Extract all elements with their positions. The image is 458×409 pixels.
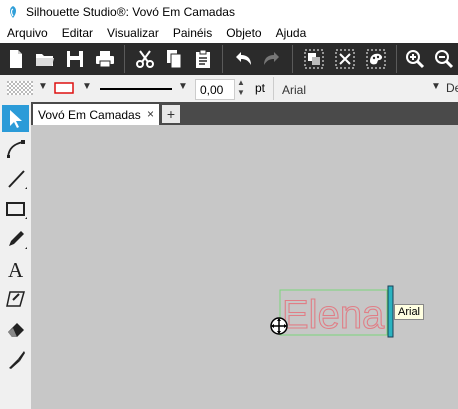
knife-icon[interactable] [2, 345, 29, 372]
group-icon[interactable] [302, 47, 326, 71]
edit-points-icon[interactable] [2, 135, 29, 162]
line-icon[interactable] [2, 165, 29, 192]
close-tab-icon[interactable]: × [147, 107, 154, 121]
text-object-elena[interactable]: Elena [281, 292, 385, 337]
decrement-arrow-icon[interactable]: ▼ [237, 88, 245, 97]
save-icon[interactable] [63, 47, 87, 71]
print-icon[interactable] [93, 47, 117, 71]
document-tab-label: Vovó Em Camadas [38, 107, 141, 122]
line-color-dropdown-arrow-icon[interactable]: ▼ [82, 81, 92, 92]
menu-paineis[interactable]: Painéis [166, 26, 219, 40]
line-style-preview[interactable] [100, 88, 172, 90]
toolbar-separator [292, 45, 293, 73]
menu-editar[interactable]: Editar [55, 26, 100, 40]
move-cursor-icon [270, 317, 288, 335]
increment-arrow-icon[interactable]: ▲ [237, 78, 245, 87]
redo-icon[interactable] [260, 47, 284, 71]
toolbar-separator [124, 45, 125, 73]
document-tab[interactable]: Vovó Em Camadas × [33, 104, 159, 125]
tools-sidebar: A [0, 102, 32, 409]
zoom-out-icon[interactable] [432, 47, 456, 71]
line-width-unit: pt [255, 81, 266, 95]
line-color-swatch[interactable] [54, 82, 74, 94]
text-cursor-handle[interactable] [387, 285, 394, 338]
copy-icon[interactable] [162, 47, 186, 71]
pencil-icon[interactable] [2, 225, 29, 252]
line-style-dropdown-arrow-icon[interactable]: ▼ [178, 81, 188, 92]
document-tab-bar: Vovó Em Camadas × + [31, 102, 458, 125]
canvas-drawing: Elena [270, 285, 394, 338]
svg-text:A: A [8, 258, 24, 280]
rectangle-icon[interactable] [2, 195, 29, 222]
sketch-icon[interactable] [2, 285, 29, 312]
font-dropdown-arrow-icon[interactable]: ▼ [431, 81, 441, 92]
window-title: Silhouette Studio®: Vovó Em Camadas [26, 4, 235, 19]
font-tooltip: Arial [394, 304, 425, 320]
eraser-icon[interactable] [2, 315, 29, 342]
main-toolbar [0, 43, 458, 75]
properties-bar: ▼ ▼ ▼ 0,00 ▲ ▼ pt Arial ▼ De [0, 75, 458, 103]
add-tab-button[interactable]: + [162, 105, 180, 123]
silhouette-app-icon [10, 5, 16, 18]
fill-dropdown-arrow-icon[interactable]: ▼ [38, 81, 48, 92]
toolbar-separator [222, 45, 223, 73]
menu-ajuda[interactable]: Ajuda [269, 26, 314, 40]
release-compound-icon[interactable] [364, 47, 388, 71]
toolbar-separator [396, 45, 397, 73]
text-icon[interactable]: A [2, 255, 29, 282]
design-canvas[interactable]: Elena [31, 125, 458, 409]
paste-icon[interactable] [191, 47, 215, 71]
new-file-icon[interactable] [4, 47, 28, 71]
menu-visualizar[interactable]: Visualizar [100, 26, 166, 40]
ungroup-icon[interactable] [333, 47, 357, 71]
title-bar: Silhouette Studio®: Vovó Em Camadas [0, 0, 458, 23]
open-folder-icon[interactable] [33, 47, 57, 71]
menu-arquivo[interactable]: Arquivo [0, 26, 55, 40]
menu-bar: Arquivo Editar Visualizar Painéis Objeto… [0, 23, 458, 43]
font-select[interactable]: Arial [278, 79, 426, 98]
fill-pattern-swatch[interactable] [7, 81, 33, 95]
next-control-label: De [446, 81, 458, 95]
undo-icon[interactable] [231, 47, 255, 71]
cut-icon[interactable] [133, 47, 157, 71]
zoom-in-icon[interactable] [403, 47, 427, 71]
line-width-input[interactable]: 0,00 [195, 79, 235, 100]
menu-objeto[interactable]: Objeto [219, 26, 268, 40]
properties-separator [273, 77, 274, 100]
select-icon[interactable] [2, 105, 29, 132]
